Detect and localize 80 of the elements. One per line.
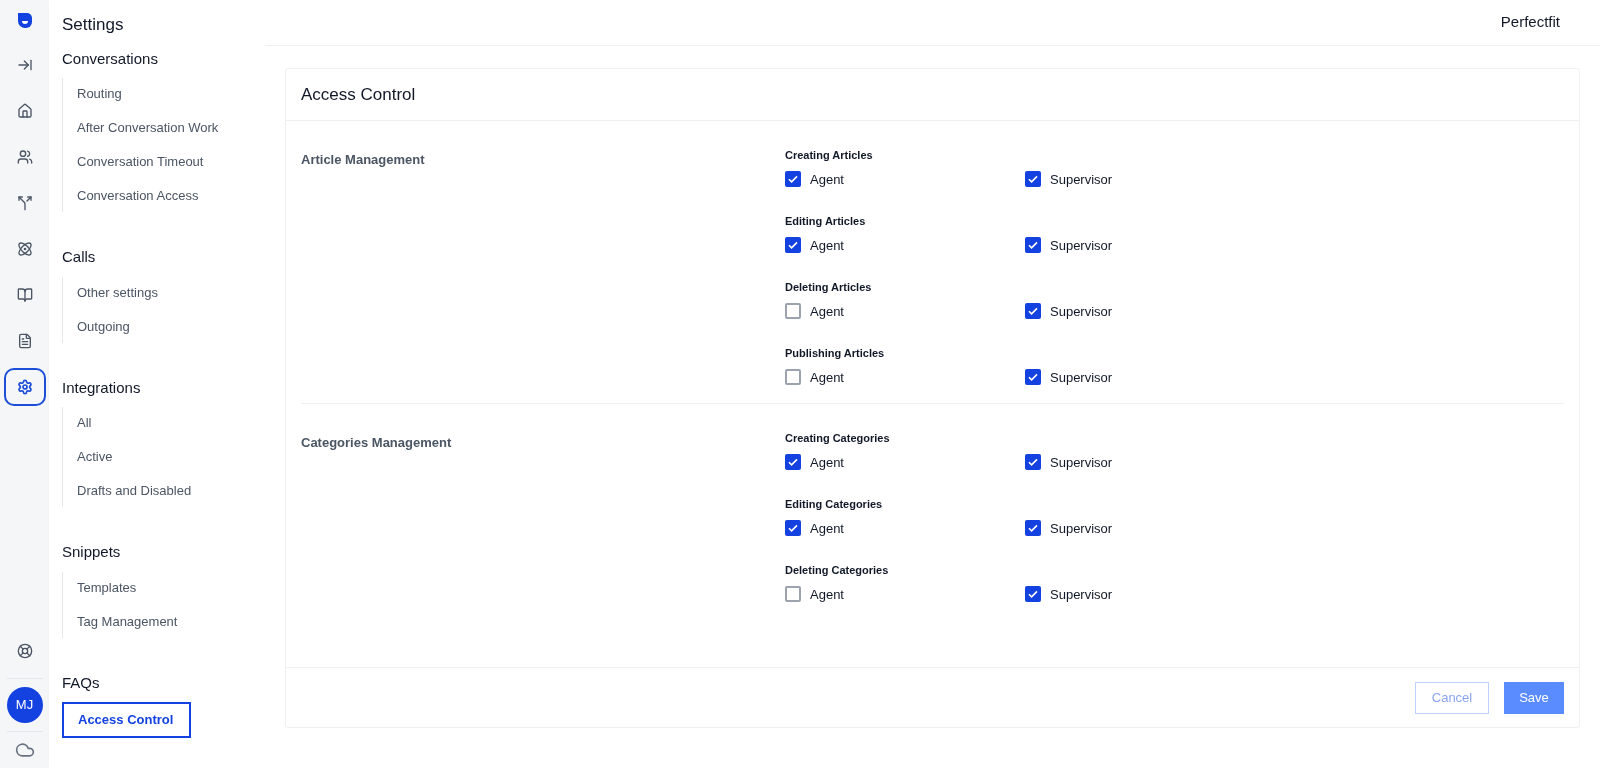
checkmark-icon <box>1027 456 1039 469</box>
role-label: Supervisor <box>1050 368 1113 387</box>
checkbox[interactable] <box>1025 586 1041 603</box>
group-title: Snippets <box>62 542 121 562</box>
sidebar-item[interactable]: Other settings <box>63 276 172 309</box>
permission-title: Deleting Articles <box>785 280 873 295</box>
sidebar-item[interactable]: All <box>63 407 106 439</box>
checkmark-icon <box>787 173 799 186</box>
checkbox[interactable] <box>1025 369 1041 386</box>
role-label: Agent <box>810 170 844 189</box>
group-title: Conversations <box>62 48 158 69</box>
checkbox[interactable] <box>1025 520 1041 537</box>
home-icon <box>16 103 33 119</box>
sidebar-title: Settings <box>62 14 124 36</box>
checkmark-icon <box>787 522 799 535</box>
permission-title: Creating Categories <box>785 431 891 446</box>
checkmark-icon <box>1027 588 1039 601</box>
role-label: Supervisor <box>1050 302 1113 321</box>
checkbox[interactable] <box>785 303 801 320</box>
checkbox[interactable] <box>1025 454 1041 471</box>
role-label: Supervisor <box>1050 585 1113 604</box>
document-icon <box>16 333 33 349</box>
cloud-icon <box>14 740 35 760</box>
role-label: Agent <box>810 236 844 255</box>
checkbox[interactable] <box>785 586 801 603</box>
sidebar-item[interactable]: After Conversation Work <box>63 112 233 144</box>
checkmark-icon <box>1027 173 1039 186</box>
permission-title: Deleting Categories <box>785 563 890 578</box>
role-label: Supervisor <box>1050 519 1113 538</box>
permission-title: Creating Articles <box>785 148 874 163</box>
checkmark-icon <box>787 456 799 469</box>
checkbox[interactable] <box>1025 171 1041 188</box>
role-label: Supervisor <box>1050 170 1113 189</box>
checkbox[interactable] <box>785 454 801 471</box>
book-icon <box>16 287 33 303</box>
role-label: Supervisor <box>1050 453 1113 472</box>
checkmark-icon <box>1027 305 1039 318</box>
sidebar-item[interactable]: Conversation Timeout <box>63 146 218 178</box>
user-avatar[interactable]: MJ <box>6 687 43 723</box>
checkmark-icon <box>1027 239 1039 252</box>
checkmark-icon <box>787 239 799 252</box>
permission-title: Editing Categories <box>785 497 884 512</box>
role-label: Agent <box>810 453 844 472</box>
checkmark-icon <box>1027 371 1039 384</box>
hub-icon <box>16 241 33 257</box>
rail-button[interactable] <box>3 368 46 406</box>
sidebar-item[interactable]: Access Control <box>62 702 192 738</box>
sidebar-item[interactable]: Active <box>63 441 127 473</box>
role-label: Agent <box>810 585 844 604</box>
section-title: Article Management <box>301 152 425 167</box>
workspace-name: Perfectfit <box>1500 12 1560 33</box>
fork-icon <box>16 195 33 211</box>
section-title: Categories Management <box>301 435 452 450</box>
permission-title: Editing Articles <box>785 214 867 229</box>
role-label: Agent <box>810 302 844 321</box>
card-title: Access Control <box>301 83 416 106</box>
role-label: Agent <box>810 519 844 538</box>
people-icon <box>16 149 33 165</box>
permission-title: Publishing Articles <box>785 346 886 361</box>
sidebar-item[interactable]: Tag Management <box>63 605 192 638</box>
sidebar-item[interactable]: Outgoing <box>63 310 144 343</box>
checkbox[interactable] <box>785 520 801 537</box>
role-label: Agent <box>810 368 844 387</box>
collapse-icon <box>16 57 33 73</box>
sidebar-item[interactable]: Routing <box>63 78 136 110</box>
group-title: FAQs <box>62 672 100 693</box>
group-title: Integrations <box>62 377 141 398</box>
lifebuoy-icon <box>16 643 33 659</box>
checkbox[interactable] <box>1025 303 1041 320</box>
checkbox[interactable] <box>785 237 801 254</box>
role-label: Supervisor <box>1050 236 1113 255</box>
sidebar-item[interactable]: Drafts and Disabled <box>63 475 206 507</box>
settings-icon <box>16 379 33 395</box>
sidebar-item[interactable]: Templates <box>63 571 151 604</box>
checkbox[interactable] <box>785 171 801 188</box>
group-title: Calls <box>62 247 96 267</box>
sidebar-item[interactable]: Conversation Access <box>63 180 213 212</box>
checkbox[interactable] <box>785 369 801 386</box>
checkmark-icon <box>1027 522 1039 535</box>
checkbox[interactable] <box>1025 237 1041 254</box>
